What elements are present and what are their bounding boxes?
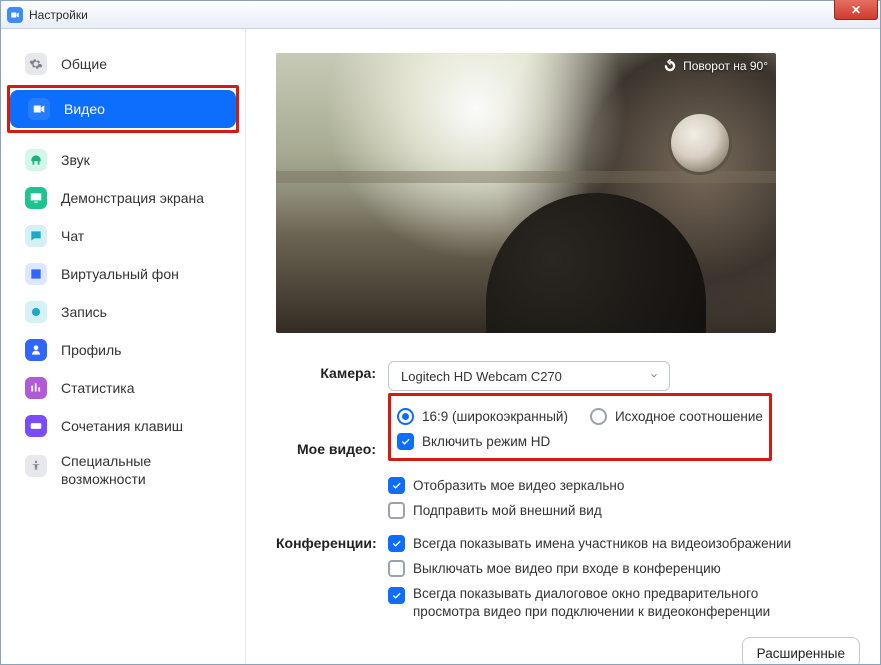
show-names-checkbox[interactable]: Всегда показывать имена участников на ви… bbox=[388, 531, 860, 556]
checkbox-label: Всегда показывать диалоговое окно предва… bbox=[413, 585, 793, 621]
video-off-join-checkbox[interactable]: Выключать мое видео при входе в конферен… bbox=[388, 556, 860, 581]
content-pane: Поворот на 90° Камера: Logitech HD Webca… bbox=[246, 29, 880, 664]
video-preview-wrap: Поворот на 90° bbox=[276, 53, 776, 333]
button-label: Расширенные bbox=[757, 646, 845, 661]
preview-dialog-checkbox[interactable]: Всегда показывать диалоговое окно предва… bbox=[388, 581, 860, 625]
advanced-button[interactable]: Расширенные bbox=[742, 637, 860, 664]
sidebar-highlight-box: Видео bbox=[7, 85, 239, 133]
stats-icon bbox=[25, 377, 47, 399]
rotate-label: Поворот на 90° bbox=[683, 59, 768, 73]
mirror-checkbox[interactable]: Отобразить мое видео зеркально bbox=[388, 473, 860, 498]
window-title: Настройки bbox=[29, 8, 88, 22]
row-my-video: Мое видео: Отобразить мое видео зеркальн… bbox=[276, 403, 860, 523]
sidebar-item-stats[interactable]: Статистика bbox=[7, 369, 239, 407]
image-icon bbox=[25, 263, 47, 285]
sidebar-item-video[interactable]: Видео bbox=[10, 90, 236, 128]
accessibility-icon bbox=[25, 455, 47, 477]
sidebar-item-label: Общие bbox=[61, 56, 107, 72]
checkbox-label: Подправить мой внешний вид bbox=[413, 503, 602, 518]
user-icon bbox=[25, 339, 47, 361]
camera-selected-value: Logitech HD Webcam C270 bbox=[401, 369, 562, 384]
sidebar-item-virtual-bg[interactable]: Виртуальный фон bbox=[7, 255, 239, 293]
sidebar-item-label: Сочетания клавиш bbox=[61, 418, 183, 434]
row-conferences: Конференции: Всегда показывать имена уча… bbox=[276, 531, 860, 664]
sidebar-item-accessibility[interactable]: Специальные возможности bbox=[7, 445, 239, 496]
sidebar-item-label: Виртуальный фон bbox=[61, 266, 179, 282]
share-screen-icon bbox=[25, 187, 47, 209]
sidebar-item-label: Профиль bbox=[61, 342, 121, 358]
video-preview bbox=[276, 53, 776, 333]
conferences-label: Конференции: bbox=[276, 531, 388, 551]
touchup-checkbox[interactable]: Подправить мой внешний вид bbox=[388, 498, 860, 523]
sidebar-item-recording[interactable]: Запись bbox=[7, 293, 239, 331]
camera-label: Камера: bbox=[276, 361, 388, 381]
sidebar-item-screen-share[interactable]: Демонстрация экрана bbox=[7, 179, 239, 217]
sidebar: Общие Видео Звук Демонстрация экрана bbox=[1, 29, 246, 664]
headphones-icon bbox=[25, 149, 47, 171]
checkbox-label: Всегда показывать имена участников на ви… bbox=[413, 536, 791, 551]
record-icon bbox=[25, 301, 47, 323]
video-icon bbox=[28, 98, 50, 120]
sidebar-item-label: Демонстрация экрана bbox=[61, 190, 204, 206]
camera-select[interactable]: Logitech HD Webcam C270 bbox=[388, 361, 670, 391]
gear-icon bbox=[25, 53, 47, 75]
close-button[interactable]: ✕ bbox=[834, 0, 878, 20]
sidebar-item-label: Статистика bbox=[61, 380, 135, 396]
sidebar-item-label: Видео bbox=[64, 101, 105, 117]
sidebar-item-label: Звук bbox=[61, 152, 90, 168]
sidebar-item-chat[interactable]: Чат bbox=[7, 217, 239, 255]
my-video-label: Мое видео: bbox=[276, 403, 388, 457]
checkbox-label: Отобразить мое видео зеркально bbox=[413, 478, 624, 493]
rotate-icon bbox=[663, 59, 677, 73]
sidebar-item-shortcuts[interactable]: Сочетания клавиш bbox=[7, 407, 239, 445]
sidebar-item-label: Запись bbox=[61, 304, 107, 320]
chat-icon bbox=[25, 225, 47, 247]
sidebar-item-general[interactable]: Общие bbox=[7, 45, 239, 83]
sidebar-item-audio[interactable]: Звук bbox=[7, 141, 239, 179]
app-icon bbox=[7, 7, 23, 23]
checkbox-label: Выключать мое видео при входе в конферен… bbox=[413, 561, 721, 576]
keyboard-icon bbox=[25, 415, 47, 437]
sidebar-item-label: Чат bbox=[61, 228, 84, 244]
sidebar-item-label: Специальные возможности bbox=[61, 453, 201, 488]
chevron-down-icon bbox=[649, 369, 659, 384]
close-icon: ✕ bbox=[851, 4, 861, 16]
rotate-button[interactable]: Поворот на 90° bbox=[663, 59, 768, 73]
body: Общие Видео Звук Демонстрация экрана bbox=[1, 29, 880, 664]
titlebar: Настройки ✕ bbox=[1, 1, 880, 29]
settings-window: Настройки ✕ Общие Видео Звук bbox=[0, 0, 881, 665]
sidebar-item-profile[interactable]: Профиль bbox=[7, 331, 239, 369]
